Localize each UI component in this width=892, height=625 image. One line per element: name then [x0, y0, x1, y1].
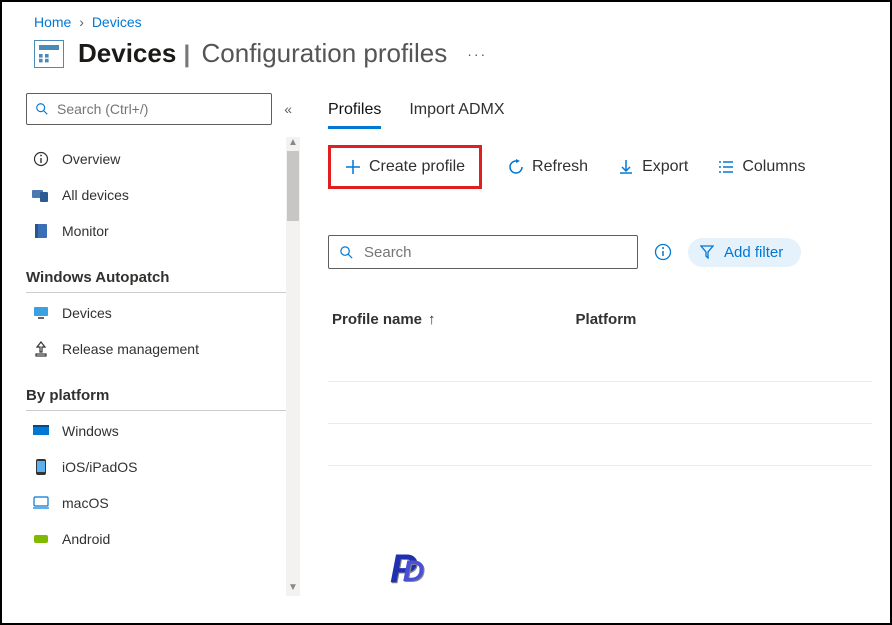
- page-header: Devices | Configuration profiles ···: [2, 34, 890, 85]
- page-title: Devices | Configuration profiles: [78, 38, 447, 69]
- nav-section-platform: By platform: [26, 381, 296, 411]
- refresh-icon: [508, 159, 524, 175]
- nav-label: Android: [62, 531, 110, 547]
- nav-android[interactable]: Android: [26, 521, 296, 557]
- sidebar-scrollbar[interactable]: ▲ ▼: [286, 137, 300, 596]
- nav-windows[interactable]: Windows: [26, 413, 296, 449]
- nav-release-mgmt[interactable]: Release management: [26, 331, 296, 367]
- phone-icon: [32, 459, 50, 475]
- table-row: [328, 382, 872, 424]
- columns-icon: [718, 160, 734, 174]
- nav-list: Overview All devices Monitor Windows Aut…: [26, 141, 296, 557]
- table-row: [328, 424, 872, 466]
- nav-monitor[interactable]: Monitor: [26, 213, 296, 249]
- add-filter-button[interactable]: Add filter: [688, 238, 801, 267]
- tab-profiles[interactable]: Profiles: [328, 93, 381, 129]
- sidebar-search[interactable]: [26, 93, 272, 125]
- tab-import-admx[interactable]: Import ADMX: [409, 93, 504, 129]
- sidebar: « Overview All devices Monitor: [2, 85, 300, 596]
- breadcrumb: Home › Devices: [2, 2, 890, 34]
- button-label: Add filter: [724, 244, 783, 261]
- search-icon: [339, 245, 354, 260]
- collapse-sidebar-button[interactable]: «: [280, 97, 296, 121]
- breadcrumb-devices[interactable]: Devices: [92, 14, 142, 30]
- mac-icon: [32, 496, 50, 510]
- nav-label: Devices: [62, 305, 112, 321]
- download-icon: [618, 159, 634, 175]
- scroll-down-icon[interactable]: ▼: [286, 582, 300, 596]
- table-header: Profile name ↑ Platform: [328, 311, 872, 340]
- nav-label: macOS: [62, 495, 109, 511]
- windows-icon: [32, 424, 50, 438]
- nav-section-autopatch: Windows Autopatch: [26, 263, 296, 293]
- search-icon: [35, 102, 49, 116]
- watermark-logo: PD: [390, 547, 424, 592]
- nav-label: Release management: [62, 341, 199, 357]
- nav-ap-devices[interactable]: Devices: [26, 295, 296, 331]
- book-icon: [32, 223, 50, 239]
- devices-icon: [32, 188, 50, 202]
- table-body: [328, 340, 872, 466]
- button-label: Columns: [742, 158, 805, 176]
- main-search[interactable]: [328, 235, 638, 269]
- columns-button[interactable]: Columns: [714, 152, 809, 182]
- page-icon: [34, 40, 64, 68]
- main-search-input[interactable]: [362, 243, 627, 262]
- nav-label: Overview: [62, 151, 120, 167]
- nav-overview[interactable]: Overview: [26, 141, 296, 177]
- scroll-thumb[interactable]: [287, 151, 299, 221]
- column-platform[interactable]: Platform: [576, 311, 637, 328]
- nav-label: iOS/iPadOS: [62, 459, 137, 475]
- nav-label: Monitor: [62, 223, 109, 239]
- export-button[interactable]: Export: [614, 152, 692, 182]
- sort-asc-icon: ↑: [428, 311, 436, 328]
- info-icon[interactable]: [654, 243, 672, 261]
- info-icon: [32, 151, 50, 167]
- more-actions-button[interactable]: ···: [467, 46, 487, 62]
- table-row: [328, 340, 872, 382]
- plus-icon: [345, 159, 361, 175]
- nav-label: All devices: [62, 187, 129, 203]
- refresh-button[interactable]: Refresh: [504, 152, 592, 182]
- monitor-icon: [32, 306, 50, 320]
- android-icon: [32, 533, 50, 545]
- filter-icon: [700, 245, 714, 259]
- create-profile-button[interactable]: Create profile: [341, 152, 469, 182]
- scroll-up-icon[interactable]: ▲: [286, 137, 300, 151]
- highlight-annotation: Create profile: [328, 145, 482, 189]
- nav-ios[interactable]: iOS/iPadOS: [26, 449, 296, 485]
- column-profile-name[interactable]: Profile name ↑: [332, 311, 436, 328]
- upload-icon: [32, 341, 50, 357]
- nav-label: Windows: [62, 423, 119, 439]
- main-content: Profiles Import ADMX Create profile Refr…: [300, 85, 890, 596]
- nav-macos[interactable]: macOS: [26, 485, 296, 521]
- button-label: Export: [642, 158, 688, 176]
- breadcrumb-home[interactable]: Home: [34, 14, 71, 30]
- button-label: Refresh: [532, 158, 588, 176]
- chevron-right-icon: ›: [79, 14, 84, 30]
- nav-all-devices[interactable]: All devices: [26, 177, 296, 213]
- button-label: Create profile: [369, 158, 465, 176]
- sidebar-search-input[interactable]: [55, 100, 263, 118]
- toolbar: Create profile Refresh Export Columns: [328, 145, 872, 189]
- tabs: Profiles Import ADMX: [328, 93, 872, 129]
